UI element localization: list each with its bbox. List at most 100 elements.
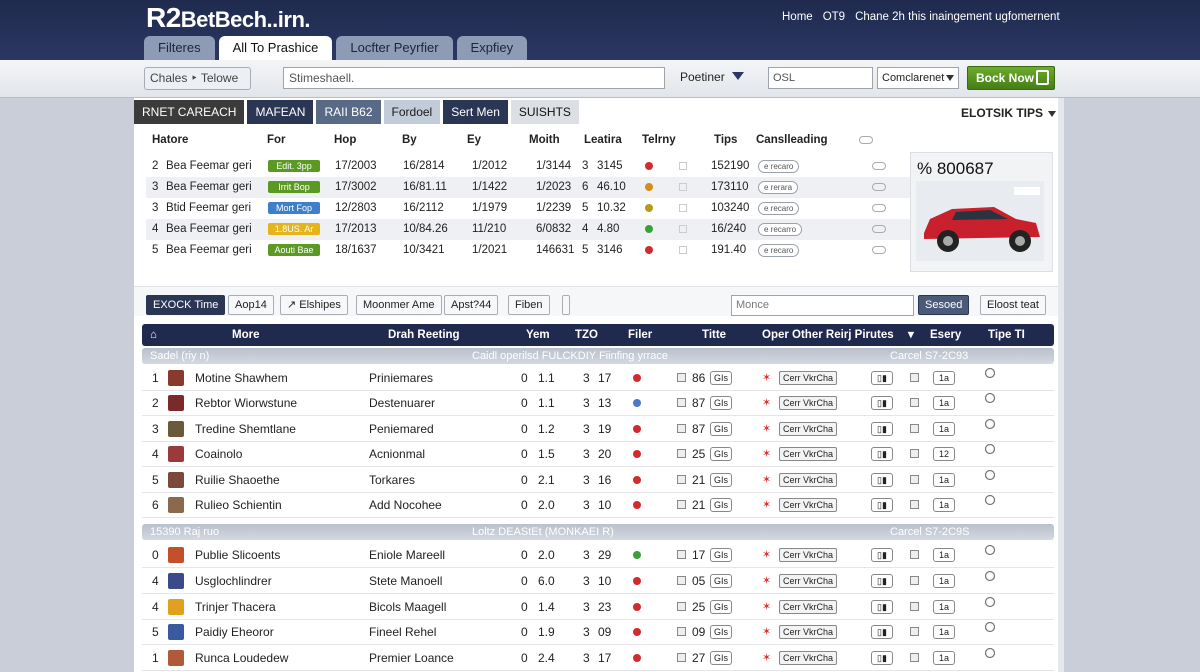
filter-button[interactable]: Chales ‣ Telowe	[144, 67, 251, 90]
blank-button[interactable]	[562, 295, 570, 315]
col-telrny[interactable]: Telrny	[642, 134, 676, 146]
trash-icon[interactable]	[910, 500, 919, 509]
avatar[interactable]	[168, 472, 184, 488]
col-oper-other[interactable]: Oper Other Reirj Pirutes	[762, 324, 894, 346]
table-group-header[interactable]: 15390 Raj ruo Loltz DEAStEt (MONKAEI R) Ca…	[142, 524, 1054, 540]
aop14-button[interactable]: Aop14	[228, 295, 274, 315]
avatar[interactable]	[168, 395, 184, 411]
avatar[interactable]	[168, 370, 184, 386]
checkbox-icon[interactable]	[677, 653, 686, 662]
bar-chart-icon[interactable]: ▯▮	[871, 447, 893, 461]
tab-all-to-prashice[interactable]: All To Prashice	[218, 36, 333, 60]
table-row[interactable]: 5 Paidiy Eheoror Fineel Rehel 0 1.9 3 09 09 GIs ✶…	[142, 620, 1054, 645]
col-moith[interactable]: Moith	[529, 134, 560, 146]
bar-chart-icon[interactable]: ▯▮	[871, 625, 893, 639]
sort-select[interactable]: Comclarenet	[877, 67, 959, 89]
checkbox-icon[interactable]	[677, 424, 686, 433]
bar-chart-icon[interactable]: ▯▮	[871, 600, 893, 614]
row-esery-count[interactable]: 1a	[933, 422, 955, 436]
row-esery-count[interactable]: 1a	[933, 548, 955, 562]
col-canslleading[interactable]: Canslleading	[756, 134, 828, 146]
check-icon[interactable]	[679, 225, 687, 233]
nav-ot9[interactable]: OT9	[823, 11, 845, 23]
table-row[interactable]: 4 Usglochlindrer Stete Manoell 0 6.0 3 10 05 GIs…	[142, 569, 1054, 594]
bar-chart-icon[interactable]: ▯▮	[871, 473, 893, 487]
top-table-row[interactable]: 3 Bea Feemar geri Irrit Bop 17/3002 16/81.11…	[146, 177, 914, 198]
player-name[interactable]: Publie Slicoents	[195, 543, 280, 568]
col-ey[interactable]: Ey	[467, 134, 481, 146]
search-button[interactable]: Sesoed	[918, 295, 970, 315]
checkbox-icon[interactable]	[677, 602, 686, 611]
row-pill[interactable]: Cerr VkrCha	[779, 651, 838, 665]
bar-chart-icon[interactable]: ▯▮	[871, 498, 893, 512]
toggle-icon[interactable]	[859, 136, 873, 144]
row-name[interactable]: Bea Feemar geri	[166, 240, 252, 261]
col-hatore[interactable]: Hatore	[152, 134, 188, 146]
check-icon[interactable]	[679, 204, 687, 212]
scrollbar[interactable]	[1058, 98, 1064, 672]
row-esery-count[interactable]: 1a	[933, 625, 955, 639]
row-name[interactable]: Bea Feemar geri	[166, 156, 252, 177]
row-pill[interactable]: Cerr VkrCha	[779, 548, 838, 562]
trash-icon[interactable]	[910, 475, 919, 484]
table-group-header[interactable]: Sadel (riy n) Caidl operilsd FULCKDIY Fii…	[142, 348, 1054, 364]
moonmer-button[interactable]: Moonmer Ame	[356, 295, 442, 315]
bar-chart-icon[interactable]: ▯▮	[871, 574, 893, 588]
col-yem[interactable]: Yem	[526, 324, 550, 346]
player-name[interactable]: Rebtor Wiorwstune	[195, 391, 297, 416]
row-badge[interactable]: GIs	[710, 396, 732, 410]
avatar[interactable]	[168, 650, 184, 666]
sort-down-icon[interactable]: ▾	[908, 324, 914, 346]
col-tzo[interactable]: TZO	[575, 324, 598, 346]
avatar[interactable]	[168, 573, 184, 589]
row-pill[interactable]: e recaro	[758, 160, 800, 173]
trash-icon[interactable]	[910, 576, 919, 585]
row-badge[interactable]: GIs	[710, 600, 732, 614]
table-row[interactable]: 4 Coainolo Acnionmal 0 1.5 3 20 25 GIs ✶ Cerr VkrC…	[142, 442, 1054, 467]
col-tips[interactable]: Tips	[714, 134, 737, 146]
partner-label[interactable]: Poetiner	[680, 70, 725, 84]
row-name[interactable]: Bea Feemar geri	[166, 177, 252, 198]
trash-icon[interactable]	[910, 602, 919, 611]
row-tag[interactable]: 1.8US. Ar	[268, 223, 320, 235]
col-leatira[interactable]: Leatira	[584, 134, 622, 146]
avatar[interactable]	[168, 497, 184, 513]
col-for[interactable]: For	[267, 134, 286, 146]
row-pill[interactable]: e recaro	[758, 202, 800, 215]
table-row[interactable]: 2 Rebtor Wiorwstune Destenuarer 0 1.1 3 13 87 GI…	[142, 391, 1054, 416]
row-tag[interactable]: Edit. 3pp	[268, 160, 320, 172]
checkbox-icon[interactable]	[677, 576, 686, 585]
row-esery-count[interactable]: 1a	[933, 396, 955, 410]
checkbox-icon[interactable]	[677, 550, 686, 559]
ctab-rnet-careach[interactable]: RNET CAREACH	[134, 100, 245, 124]
avatar[interactable]	[168, 624, 184, 640]
fiben-button[interactable]: Fiben	[508, 295, 550, 315]
monce-input[interactable]: Monce	[731, 295, 914, 316]
row-pill[interactable]: Cerr VkrCha	[779, 574, 838, 588]
checkbox-icon[interactable]	[677, 500, 686, 509]
table-row[interactable]: 0 Publie Slicoents Eniole Mareell 0 2.0 3 29 17…	[142, 543, 1054, 568]
row-pill[interactable]: Cerr VkrCha	[779, 371, 838, 385]
avatar[interactable]	[168, 547, 184, 563]
col-tipe[interactable]: Tipe TI	[988, 324, 1025, 346]
tab-locfter-peyrfier[interactable]: Locfter Peyrfier	[336, 36, 453, 60]
checkbox-icon[interactable]	[677, 398, 686, 407]
row-pill[interactable]: e rerara	[758, 181, 799, 194]
small-input[interactable]: OSL	[768, 67, 873, 89]
row-pill[interactable]: Cerr VkrCha	[779, 473, 838, 487]
row-tag[interactable]: Aouti Bae	[268, 244, 320, 256]
row-esery-count[interactable]: 1a	[933, 600, 955, 614]
bar-chart-icon[interactable]: ▯▮	[871, 396, 893, 410]
player-name[interactable]: Rulieo Schientin	[195, 493, 282, 518]
ctab-sert-men[interactable]: Sert Men	[443, 100, 508, 124]
table-row[interactable]: 1 Motine Shawhem Priniemares 0 1.1 3 17 86 GIs ✶ C…	[142, 366, 1054, 391]
tips-dropdown[interactable]: ELOTSIK TIPS	[961, 106, 1056, 120]
row-pill[interactable]: Cerr VkrCha	[779, 625, 838, 639]
home-icon[interactable]: ⌂	[150, 324, 157, 346]
col-more[interactable]: More	[232, 324, 259, 346]
top-table-row[interactable]: 2 Bea Feemar geri Edit. 3pp 17/2003 16/2814 1…	[146, 156, 914, 177]
row-esery-count[interactable]: 1a	[933, 574, 955, 588]
row-tag[interactable]: Mort Fop	[268, 202, 320, 214]
table-row[interactable]: 3 Tredine Shemtlane Peniemared 0 1.2 3 19 87 GIs…	[142, 417, 1054, 442]
book-now-button[interactable]: Bock Now	[967, 66, 1055, 90]
